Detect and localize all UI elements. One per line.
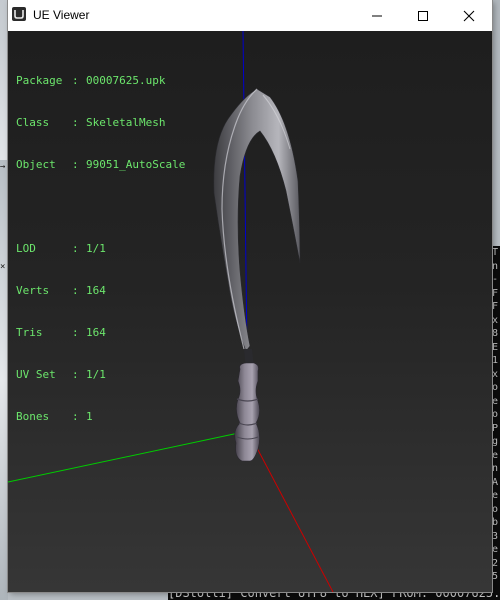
console-char: 2 [492, 557, 499, 569]
console-char: n [492, 260, 499, 272]
minimize-icon [372, 15, 382, 17]
desktop-mark-close: × [0, 262, 6, 272]
close-icon [463, 10, 475, 22]
console-char: F [492, 287, 499, 299]
info-tris: Tris: 164 [16, 326, 106, 339]
info-class: Class: SkeletalMesh [16, 116, 166, 129]
info-lod: LOD: 1/1 [16, 242, 106, 255]
sickle-handle [234, 362, 260, 462]
console-char: F [492, 301, 499, 312]
info-gap [16, 200, 185, 214]
console-char: o [492, 409, 499, 420]
console-char: P [492, 422, 499, 434]
info-bones: Bones: 1 [16, 410, 93, 423]
console-char: A [492, 476, 499, 488]
info-package: Package: 00007625.upk [16, 74, 166, 87]
ue-viewer-window: UE Viewer Package: 00007625.upk Class:… [8, 0, 492, 592]
info-verts: Verts: 164 [16, 284, 106, 297]
window-title: UE Viewer [33, 8, 90, 22]
maximize-button[interactable] [400, 0, 446, 31]
console-char: x [492, 314, 499, 326]
console-char: e [492, 449, 499, 461]
console-text-column: Tn-FFx8E1xoeoPgenAeob3e25 [492, 246, 500, 600]
axis-x [247, 430, 334, 592]
console-char: T [492, 247, 499, 258]
close-button[interactable] [446, 0, 492, 31]
minimize-button[interactable] [354, 0, 400, 31]
maximize-icon [418, 11, 428, 21]
desktop-edge [0, 160, 8, 600]
console-char: 5 [492, 571, 499, 582]
info-uvset: UV Set: 1/1 [16, 368, 106, 381]
console-char: x [492, 368, 499, 380]
desktop-mark: → [0, 162, 6, 172]
console-char: 1 [492, 355, 499, 366]
console-char: o [492, 503, 499, 515]
console-char: e [492, 395, 499, 407]
title-bar[interactable]: UE Viewer [8, 0, 492, 31]
sickle-blade [213, 88, 301, 352]
info-object: Object: 99051_AutoScale [16, 158, 186, 171]
3d-viewport[interactable]: Package: 00007625.upk Class: SkeletalMes… [8, 31, 492, 592]
console-char: o [492, 382, 499, 393]
console-char: E [492, 341, 499, 353]
console-char: 3 [492, 530, 499, 542]
console-char: n [492, 463, 499, 474]
mesh-info-panel: Package: 00007625.upk Class: SkeletalMes… [16, 46, 185, 452]
console-char: 8 [492, 328, 499, 339]
console-char: e [492, 490, 499, 501]
console-char: - [492, 274, 499, 285]
ue-viewer-icon [11, 6, 27, 22]
console-char: g [492, 436, 499, 447]
console-char: b [492, 517, 499, 528]
console-char: e [492, 544, 499, 555]
